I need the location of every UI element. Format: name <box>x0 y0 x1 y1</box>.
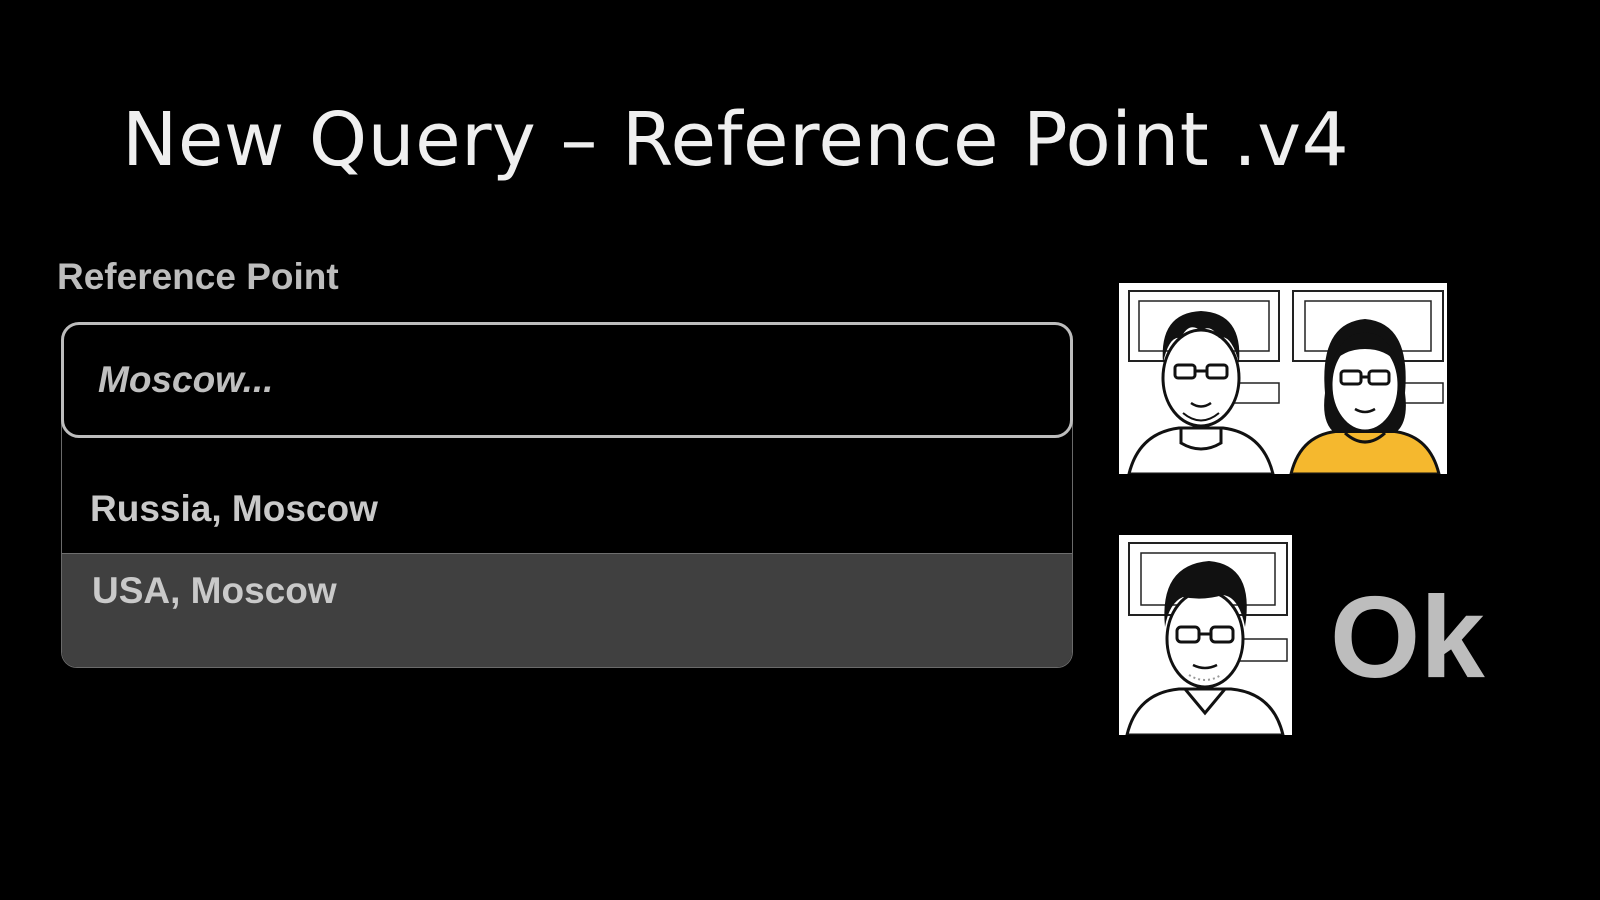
page-title: New Query – Reference Point .v4 <box>122 97 1350 183</box>
reference-point-input[interactable] <box>64 325 1070 435</box>
user-avatar-2[interactable] <box>1283 283 1447 474</box>
reference-point-combobox: Russia, Moscow USA, Moscow <box>61 322 1073 668</box>
suggestion-option-label: Russia, Moscow <box>90 488 378 529</box>
user-avatar-icon <box>1283 283 1447 474</box>
user-avatar-icon <box>1119 283 1283 474</box>
suggestion-option-label: USA, Moscow <box>92 570 337 611</box>
reference-point-label: Reference Point <box>57 256 339 297</box>
reference-point-input-box[interactable] <box>61 322 1073 438</box>
user-avatar-icon <box>1119 535 1292 735</box>
ok-button[interactable]: Ok <box>1330 572 1485 702</box>
user-avatar-3[interactable] <box>1119 535 1292 735</box>
user-avatar-1[interactable] <box>1119 283 1283 474</box>
suggestion-option-usa-moscow[interactable]: USA, Moscow <box>62 554 1072 667</box>
